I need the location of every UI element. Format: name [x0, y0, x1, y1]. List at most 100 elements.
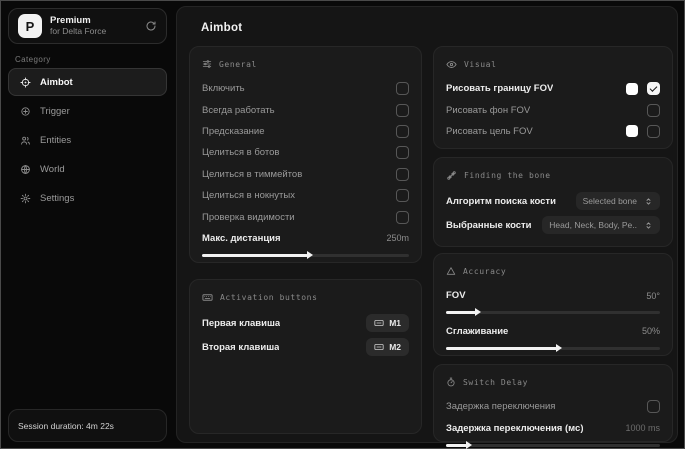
switch-delay-header: Switch Delay — [446, 375, 660, 389]
max-distance-slider[interactable] — [202, 251, 409, 260]
bone-row: Алгоритм поиска кости Selected bone — [446, 189, 660, 213]
accuracy-card: Accuracy FOV 50° Сглаживание 50% — [433, 253, 673, 356]
unfold-icon — [644, 197, 653, 206]
category-label: Category — [15, 55, 51, 64]
session-duration-card: Session duration: 4m 22s — [8, 409, 167, 442]
fov-border-label: Рисовать границу FOV — [446, 83, 554, 95]
keyboard-icon — [202, 292, 213, 303]
bone-row: Выбранные кости Head, Neck, Body, Pe.. — [446, 213, 660, 237]
enable-checkbox[interactable] — [396, 82, 409, 96]
sidebar: P Premium for Delta Force Category Aimbo… — [0, 0, 176, 449]
fov-target-label: Рисовать цель FOV — [446, 125, 533, 137]
prediction-checkbox[interactable] — [396, 124, 409, 138]
slider-label-row: Сглаживание 50% — [446, 320, 660, 341]
app-window: { "brand": { "logo_letter": "P", "name":… — [0, 0, 685, 449]
target-knocked-checkbox[interactable] — [396, 189, 409, 203]
fov-target-checkbox[interactable] — [647, 124, 660, 138]
brand-subtitle: for Delta Force — [50, 25, 107, 36]
setting-label: Проверка видимости — [202, 211, 295, 223]
brand-name: Premium — [50, 14, 91, 26]
bone-icon — [446, 170, 457, 181]
fov-border-checkbox[interactable] — [647, 82, 660, 96]
target-teammates-checkbox[interactable] — [396, 167, 409, 181]
fov-slider[interactable] — [446, 308, 660, 317]
accuracy-header: Accuracy — [446, 264, 660, 278]
setting-label: Целиться в тиммейтов — [202, 168, 303, 180]
visual-row: Рисовать границу FOV — [446, 78, 660, 99]
keybind-row: Первая клавиша M1 — [202, 311, 409, 335]
switch-delay-card: Switch Delay Задержка переключения Задер… — [433, 364, 673, 449]
general-card: General Включить Всегда работать Предска… — [189, 46, 422, 263]
visual-row: Рисовать цель FOV — [446, 121, 660, 142]
setting-label: Предсказание — [202, 125, 265, 137]
max-distance-value: 250m — [386, 233, 409, 244]
smoothing-slider[interactable] — [446, 343, 660, 352]
visibility-check-checkbox[interactable] — [396, 210, 409, 224]
globe-icon — [20, 164, 31, 175]
setting-label: Целиться в нокнутых — [202, 190, 295, 202]
selected-bones-value: Head, Neck, Body, Pe.. — [549, 220, 637, 230]
gear-icon — [20, 193, 31, 204]
visual-card: Visual Рисовать границу FOV Рисовать фон… — [433, 46, 673, 149]
key-icon — [374, 342, 384, 352]
crosshair-icon — [20, 76, 31, 88]
main-panel: Aimbot General Включить Всегда работать … — [176, 6, 678, 449]
first-key-label: Первая клавиша — [202, 317, 281, 329]
sidebar-item-entities[interactable]: Entities — [8, 126, 167, 154]
first-key-button[interactable]: M1 — [366, 314, 409, 332]
users-icon — [20, 135, 31, 146]
switch-delay-row: Задержка переключения — [446, 396, 660, 417]
sidebar-item-label: World — [40, 163, 65, 175]
second-key-button[interactable]: M2 — [366, 338, 409, 356]
activation-header-label: Activation buttons — [220, 292, 318, 302]
keybind-row: Вторая клавиша M2 — [202, 335, 409, 359]
smoothing-slider-value: 50% — [641, 326, 660, 337]
session-duration-text: Session duration: 4m 22s — [18, 420, 114, 431]
visual-header-label: Visual — [464, 59, 497, 69]
bone-header-label: Finding the bone — [464, 170, 551, 180]
slider-label-row: Задержка переключения (мс) 1000 ms — [446, 417, 660, 438]
setting-row: Всегда работать — [202, 99, 409, 120]
sidebar-item-label: Entities — [40, 134, 72, 146]
slider-fill — [446, 440, 473, 449]
setting-row: Целиться в ботов — [202, 142, 409, 163]
stopwatch-icon — [446, 377, 456, 387]
bone-algorithm-select[interactable]: Selected bone — [575, 192, 660, 210]
fov-slider-label: FOV — [446, 290, 466, 302]
fov-target-color-swatch[interactable] — [626, 125, 638, 138]
setting-row: Предсказание — [202, 121, 409, 142]
switch-delay-header-label: Switch Delay — [463, 377, 528, 387]
general-header-label: General — [219, 59, 257, 69]
sidebar-nav: Aimbot Trigger Entities World Settings — [8, 68, 167, 213]
setting-row: Включить — [202, 78, 409, 99]
switch-delay-slider[interactable] — [446, 440, 660, 449]
visual-controls — [647, 103, 660, 117]
sidebar-item-aimbot[interactable]: Aimbot — [8, 68, 167, 96]
refresh-icon[interactable] — [145, 20, 157, 32]
bone-card: Finding the bone Алгоритм поиска кости S… — [433, 157, 673, 247]
first-key-value: M1 — [389, 318, 401, 328]
triangle-icon — [446, 266, 456, 276]
bone-header: Finding the bone — [446, 168, 660, 182]
sidebar-item-world[interactable]: World — [8, 155, 167, 183]
general-header: General — [202, 57, 409, 71]
switch-delay-ms-label: Задержка переключения (мс) — [446, 422, 584, 434]
always-work-checkbox[interactable] — [396, 103, 409, 117]
sidebar-item-settings[interactable]: Settings — [8, 184, 167, 212]
app-logo: P — [18, 14, 42, 38]
fov-border-color-swatch[interactable] — [626, 82, 638, 95]
activation-header: Activation buttons — [202, 290, 409, 304]
fov-background-checkbox[interactable] — [647, 103, 660, 117]
slider-label-row: Макс. дистанция 250m — [202, 228, 409, 249]
switch-delay-checkbox[interactable] — [647, 400, 660, 414]
target-bots-checkbox[interactable] — [396, 146, 409, 160]
bone-algorithm-label: Алгоритм поиска кости — [446, 195, 556, 207]
page-title: Aimbot — [201, 22, 243, 34]
sidebar-item-trigger[interactable]: Trigger — [8, 97, 167, 125]
fov-background-label: Рисовать фон FOV — [446, 104, 531, 116]
sliders-icon — [202, 59, 212, 69]
selected-bones-select[interactable]: Head, Neck, Body, Pe.. — [542, 216, 660, 234]
unfold-icon — [644, 221, 653, 230]
setting-label: Всегда работать — [202, 104, 275, 116]
selected-bones-label: Выбранные кости — [446, 219, 532, 231]
